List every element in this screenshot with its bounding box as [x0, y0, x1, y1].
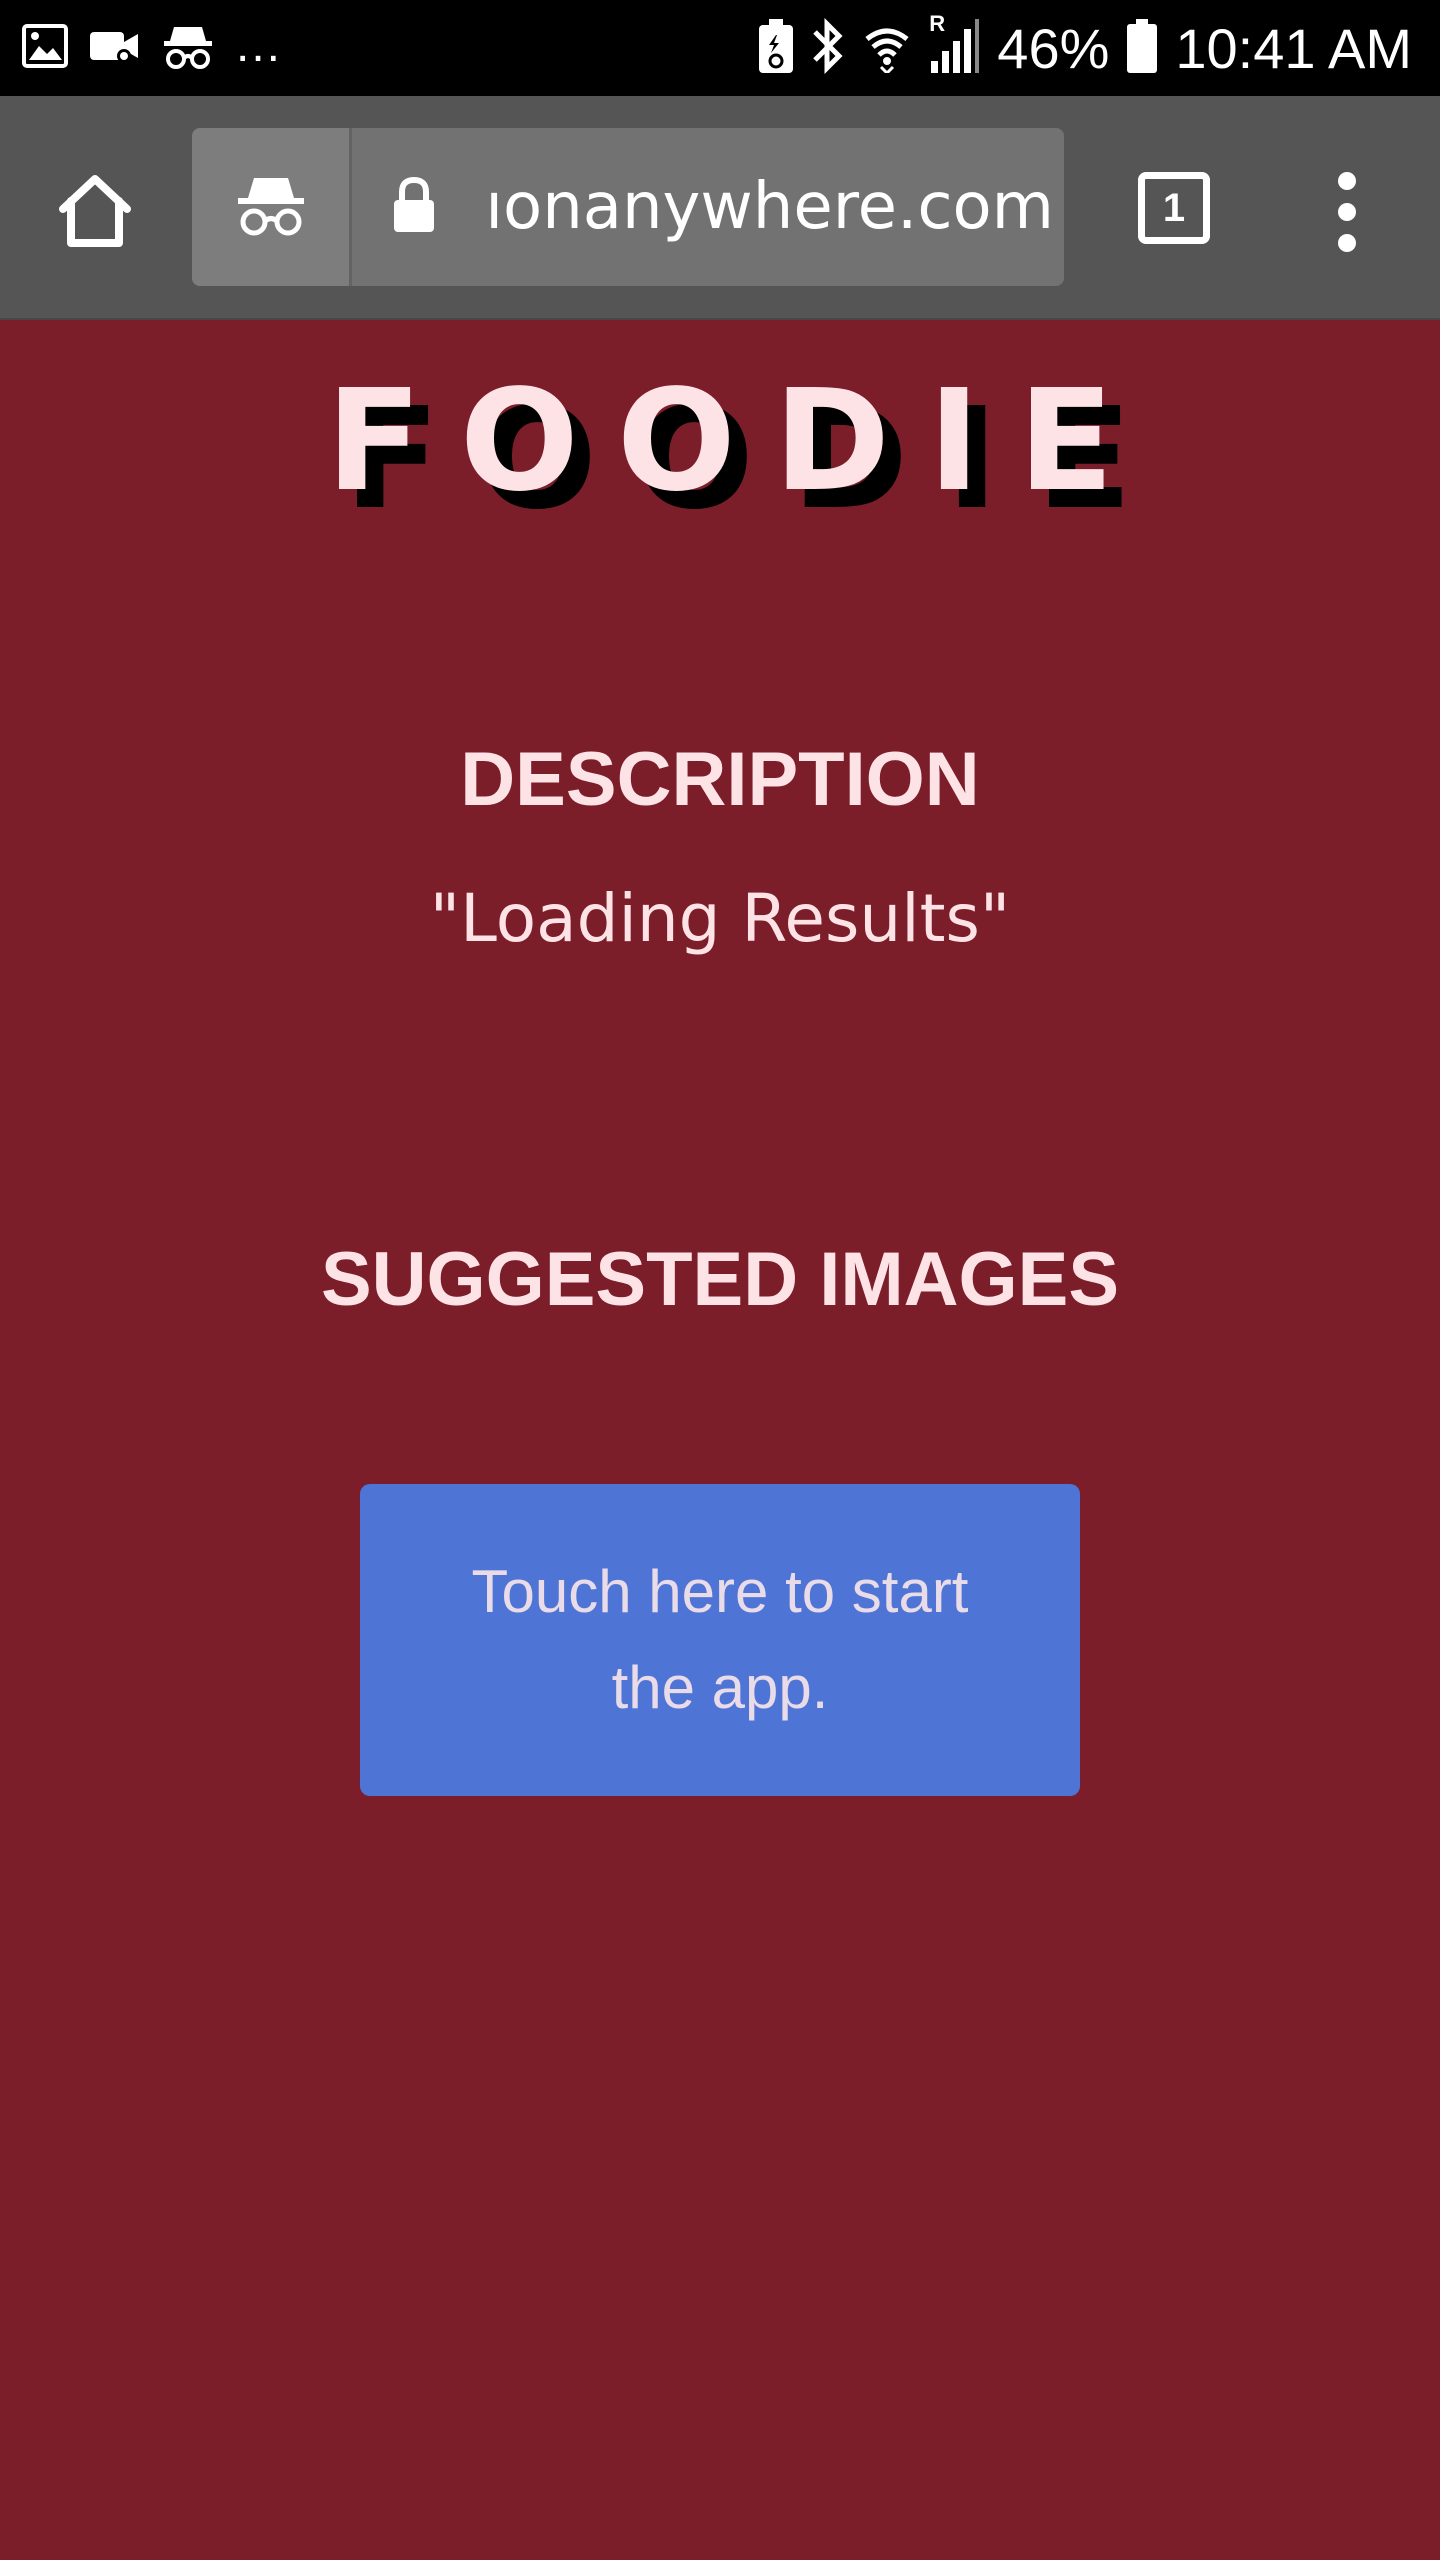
roaming-indicator: R	[929, 10, 946, 36]
incognito-icon	[237, 178, 304, 236]
home-icon	[59, 175, 131, 247]
description-heading: DESCRIPTION	[460, 737, 980, 822]
battery-saver-icon	[759, 18, 794, 78]
status-bar-left: ...	[22, 0, 282, 96]
tab-switcher-button[interactable]: 1	[1138, 172, 1210, 244]
wifi-icon	[863, 19, 911, 78]
signal-icon: R	[929, 11, 980, 78]
clock: 10:41 AM	[1175, 16, 1412, 80]
bluetooth-icon	[811, 17, 845, 79]
battery-percent: 46%	[997, 16, 1110, 80]
browser-toolbar: ıonanywhere.com 1	[0, 96, 1440, 320]
status-bar: ... R 46% 10:41 AM	[0, 0, 1440, 96]
url-text[interactable]: ıonanywhere.com	[474, 128, 1054, 286]
incognito-icon	[162, 21, 214, 76]
suggested-images-heading: SUGGESTED IMAGES	[320, 1237, 1120, 1322]
battery-icon	[1127, 18, 1158, 78]
kebab-menu-icon[interactable]	[1322, 162, 1372, 262]
start-app-button[interactable]: Touch here to start the app.	[360, 1484, 1080, 1796]
description-text: "Loading Results"	[429, 880, 1011, 957]
omnibox[interactable]: ıonanywhere.com	[192, 128, 1064, 286]
image-icon	[22, 23, 68, 73]
start-app-button-label: Touch here to start the app.	[471, 1558, 969, 1721]
status-bar-right: R 46% 10:41 AM	[759, 0, 1412, 96]
home-button[interactable]	[50, 166, 140, 256]
more-notifications-icon: ...	[236, 18, 283, 72]
video-call-icon	[90, 28, 140, 69]
lock-icon	[394, 176, 434, 232]
foodie-logo: FOODIE	[326, 360, 1152, 523]
incognito-indicator	[192, 128, 352, 286]
